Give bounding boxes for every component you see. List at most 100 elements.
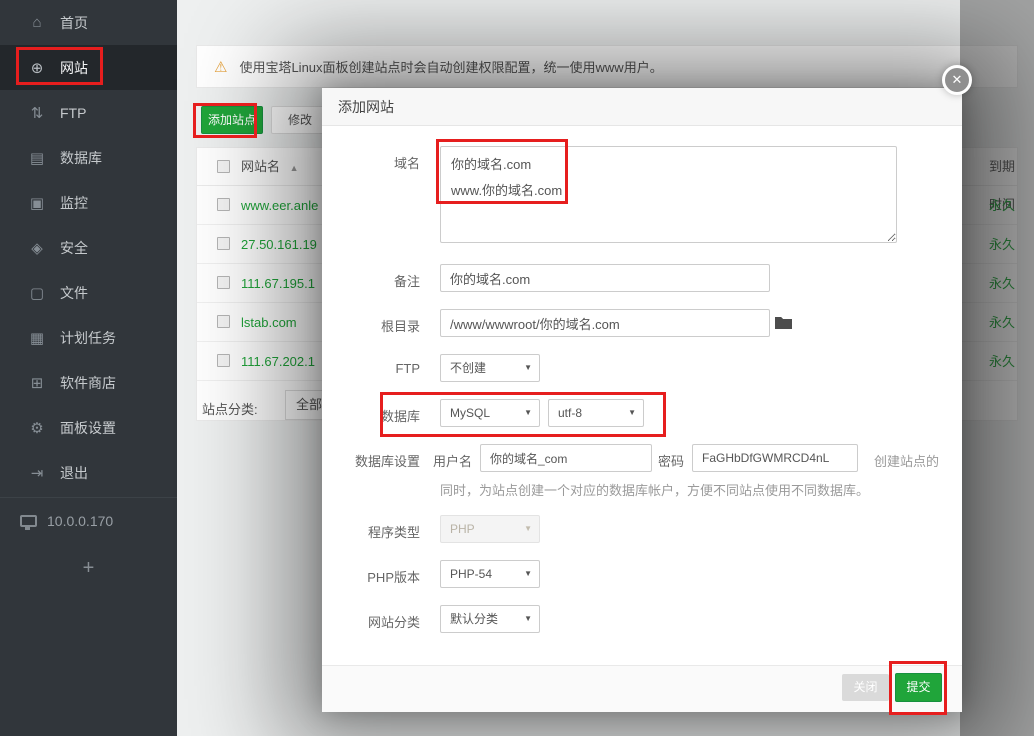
app-type-label: 程序类型	[367, 525, 420, 540]
row-checkbox[interactable]	[217, 276, 230, 289]
site-link[interactable]: 27.50.161.19	[241, 225, 317, 264]
warning-banner: ⚠ 使用宝塔Linux面板创建站点时会自动创建权限配置，统一使用www用户。	[196, 45, 1018, 88]
db-username-input[interactable]	[480, 444, 652, 472]
row-checkbox[interactable]	[217, 198, 230, 211]
shield-icon: ◈	[31, 239, 43, 257]
chevron-down-icon: ▼	[628, 408, 636, 417]
logout-icon: ⇥	[30, 464, 44, 482]
sidebar-item-label: 文件	[60, 284, 88, 301]
domain-label: 域名	[393, 156, 420, 171]
site-category-select[interactable]: 默认分类 ▼	[440, 605, 540, 633]
chevron-down-icon: ▼	[524, 408, 532, 417]
db-password-label: 密码	[658, 454, 685, 469]
sidebar-item-label: 退出	[60, 464, 88, 481]
modal-body: 域名 你的域名.com www.你的域名.com 备注 根目录 FTP 不创建 …	[322, 88, 962, 712]
close-icon[interactable]: ✕	[942, 65, 972, 95]
site-category-label: 网站分类	[367, 615, 420, 630]
server-ip: 10.0.0.170	[47, 512, 114, 529]
remark-input[interactable]	[440, 264, 770, 292]
plus-icon: +	[82, 556, 95, 579]
modify-button[interactable]: 修改	[271, 106, 329, 134]
sidebar-item-label: 计划任务	[60, 329, 116, 346]
database-icon: ▤	[29, 149, 45, 167]
add-site-button[interactable]: 添加站点	[201, 106, 263, 134]
charset-select[interactable]: utf-8 ▼	[548, 399, 644, 427]
chevron-down-icon: ▼	[524, 569, 532, 578]
expire-value: 永久	[989, 198, 1016, 213]
sort-asc-icon: ▲	[289, 163, 299, 173]
row-checkbox[interactable]	[217, 237, 230, 250]
bt-panel-page: ⌂ 首页 ⊕ 网站 ⇅ FTP ▤ 数据库 ▣ 监控 ◈ 安全 ▢ 文件 ▦ 计	[0, 0, 1034, 736]
db-username-label: 用户名	[433, 454, 473, 469]
db-settings-label: 数据库设置	[354, 454, 420, 469]
close-button[interactable]: 关闭	[842, 674, 889, 701]
row-checkbox[interactable]	[217, 315, 230, 328]
warning-text: 使用宝塔Linux面板创建站点时会自动创建权限配置，统一使用www用户。	[239, 60, 663, 75]
server-ip-row[interactable]: 10.0.0.170	[0, 497, 177, 543]
sidebar-item-label: 首页	[60, 14, 88, 31]
sidebar-item-label: 数据库	[60, 149, 102, 166]
sidebar: ⌂ 首页 ⊕ 网站 ⇅ FTP ▤ 数据库 ▣ 监控 ◈ 安全 ▢ 文件 ▦ 计	[0, 0, 177, 736]
root-dir-label: 根目录	[380, 319, 420, 334]
globe-icon: ⊕	[30, 59, 44, 77]
chevron-down-icon: ▼	[524, 614, 532, 623]
site-link[interactable]: 111.67.195.1	[241, 264, 315, 303]
sidebar-item-security[interactable]: ◈ 安全	[0, 225, 177, 270]
db-note-below: 同时，为站点创建一个对应的数据库帐户，方便不同站点使用不同数据库。	[440, 483, 870, 498]
chevron-down-icon: ▼	[524, 524, 532, 533]
sidebar-item-label: 网站	[60, 59, 88, 76]
app-type-select: PHP ▼	[440, 515, 540, 543]
site-link[interactable]: lstab.com	[241, 303, 297, 342]
sidebar-item-cron[interactable]: ▦ 计划任务	[0, 315, 177, 360]
php-version-select[interactable]: PHP-54 ▼	[440, 560, 540, 588]
ftp-icon: ⇅	[30, 104, 44, 122]
expire-value: 永久	[989, 237, 1016, 252]
sidebar-item-label: FTP	[60, 104, 87, 121]
calendar-icon: ▦	[29, 329, 45, 347]
add-website-modal: 添加网站 域名 你的域名.com www.你的域名.com 备注 根目录 FTP…	[322, 88, 962, 712]
sidebar-item-database[interactable]: ▤ 数据库	[0, 135, 177, 180]
add-server-button[interactable]: +	[0, 543, 177, 593]
column-header-name[interactable]: 网站名 ▲	[241, 148, 299, 187]
db-password-input[interactable]	[692, 444, 858, 472]
sidebar-item-settings[interactable]: ⚙ 面板设置	[0, 405, 177, 450]
sidebar-item-monitor[interactable]: ▣ 监控	[0, 180, 177, 225]
monitor-icon: ▣	[29, 194, 45, 212]
grid-icon: ⊞	[30, 374, 44, 392]
filter-label: 站点分类:	[202, 402, 258, 417]
expire-value: 永久	[989, 276, 1016, 291]
sidebar-item-appstore[interactable]: ⊞ 软件商店	[0, 360, 177, 405]
sidebar-item-label: 面板设置	[60, 419, 116, 436]
submit-button[interactable]: 提交	[895, 673, 942, 702]
ftp-select[interactable]: 不创建 ▼	[440, 354, 540, 382]
site-link[interactable]: 111.67.202.1	[241, 342, 315, 381]
sidebar-item-label: 监控	[60, 194, 88, 211]
browse-folder-icon[interactable]	[774, 315, 793, 335]
sidebar-item-home[interactable]: ⌂ 首页	[0, 0, 177, 45]
sidebar-item-label: 安全	[60, 239, 88, 256]
database-type-select[interactable]: MySQL ▼	[440, 399, 540, 427]
database-label: 数据库	[380, 409, 420, 424]
sidebar-item-files[interactable]: ▢ 文件	[0, 270, 177, 315]
folder-icon: ▢	[29, 284, 45, 302]
expire-value: 永久	[989, 315, 1016, 330]
warning-icon: ⚠	[214, 58, 228, 76]
root-dir-input[interactable]	[440, 309, 770, 337]
sidebar-item-ftp[interactable]: ⇅ FTP	[0, 90, 177, 135]
server-icon	[20, 514, 37, 530]
ftp-label: FTP	[395, 361, 420, 376]
sidebar-item-website[interactable]: ⊕ 网站	[0, 45, 177, 90]
domain-textarea[interactable]: 你的域名.com www.你的域名.com	[440, 146, 897, 243]
remark-label: 备注	[393, 274, 420, 289]
sidebar-item-label: 软件商店	[60, 374, 116, 391]
php-version-label: PHP版本	[367, 570, 420, 585]
sidebar-item-logout[interactable]: ⇥ 退出	[0, 450, 177, 495]
gear-icon: ⚙	[30, 419, 44, 437]
site-link[interactable]: www.eer.anle	[241, 186, 318, 225]
home-icon: ⌂	[32, 14, 42, 31]
chevron-down-icon: ▼	[524, 363, 532, 372]
row-checkbox[interactable]	[217, 354, 230, 367]
expire-value: 永久	[989, 354, 1016, 369]
db-note-right: 创建站点的	[874, 454, 940, 469]
select-all-checkbox[interactable]	[217, 159, 230, 173]
